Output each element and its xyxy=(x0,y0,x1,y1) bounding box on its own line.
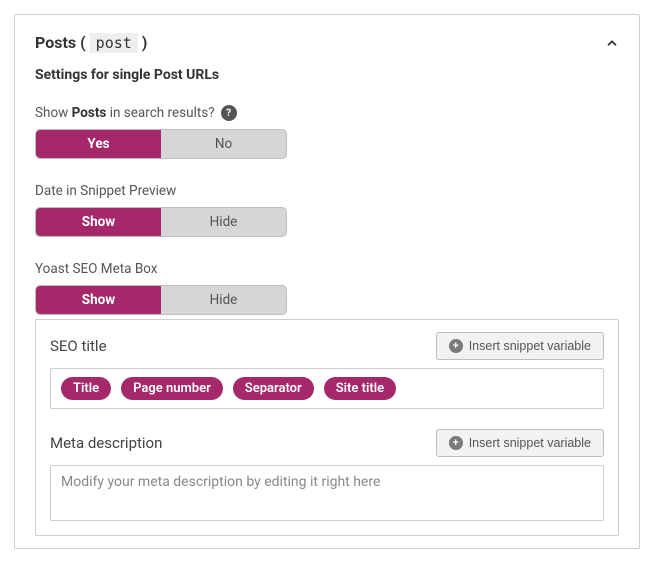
setting-label: Date in Snippet Preview xyxy=(35,183,619,199)
chevron-up-icon[interactable] xyxy=(605,36,619,50)
plus-icon: + xyxy=(449,436,463,450)
setting-show-in-search: Show Posts in search results? ? Yes No xyxy=(35,105,619,159)
snippet-editor-box: SEO title + Insert snippet variable Titl… xyxy=(35,319,619,536)
seo-title-input[interactable]: Title Page number Separator Site title xyxy=(50,368,604,409)
panel-title-suffix: ) xyxy=(142,33,148,52)
toggle-meta-box: Show Hide xyxy=(35,285,287,315)
snippet-variable-pill[interactable]: Separator xyxy=(233,377,314,400)
panel-title-code: post xyxy=(90,33,138,53)
plus-icon: + xyxy=(449,339,463,353)
setting-label: Yoast SEO Meta Box xyxy=(35,261,619,277)
setting-label: Show Posts in search results? ? xyxy=(35,105,619,121)
panel-header[interactable]: Posts ( post ) xyxy=(35,33,619,53)
panel-title-prefix: Posts ( xyxy=(35,33,86,52)
panel-title: Posts ( post ) xyxy=(35,33,147,53)
label-post: in search results? xyxy=(106,105,214,121)
meta-description-input[interactable]: Modify your meta description by editing … xyxy=(50,465,604,521)
insert-snippet-variable-button[interactable]: + Insert snippet variable xyxy=(436,332,604,360)
toggle-yes[interactable]: Yes xyxy=(36,130,161,158)
seo-title-header: SEO title + Insert snippet variable xyxy=(50,332,604,360)
section-subtitle: Settings for single Post URLs xyxy=(35,67,619,83)
insert-snippet-label: Insert snippet variable xyxy=(469,436,591,450)
snippet-variable-pill[interactable]: Site title xyxy=(324,377,396,400)
setting-meta-box: Yoast SEO Meta Box Show Hide xyxy=(35,261,619,315)
posts-settings-panel: Posts ( post ) Settings for single Post … xyxy=(14,14,640,549)
toggle-hide[interactable]: Hide xyxy=(161,208,286,236)
toggle-no[interactable]: No xyxy=(161,130,286,158)
help-icon[interactable]: ? xyxy=(221,105,237,121)
setting-date-snippet: Date in Snippet Preview Show Hide xyxy=(35,183,619,237)
toggle-date-snippet: Show Hide xyxy=(35,207,287,237)
meta-description-header: Meta description + Insert snippet variab… xyxy=(50,429,604,457)
snippet-variable-pill[interactable]: Page number xyxy=(121,377,223,400)
seo-title-heading: SEO title xyxy=(50,337,107,355)
insert-snippet-variable-button[interactable]: + Insert snippet variable xyxy=(436,429,604,457)
toggle-show[interactable]: Show xyxy=(36,208,161,236)
meta-description-heading: Meta description xyxy=(50,434,162,452)
toggle-show[interactable]: Show xyxy=(36,286,161,314)
toggle-show-in-search: Yes No xyxy=(35,129,287,159)
toggle-hide[interactable]: Hide xyxy=(161,286,286,314)
label-strong: Posts xyxy=(72,105,107,121)
label-post: Yoast SEO Meta Box xyxy=(35,261,158,277)
snippet-variable-pill[interactable]: Title xyxy=(61,377,111,400)
label-pre: Show xyxy=(35,105,72,121)
insert-snippet-label: Insert snippet variable xyxy=(469,339,591,353)
label-post: Date in Snippet Preview xyxy=(35,183,176,199)
